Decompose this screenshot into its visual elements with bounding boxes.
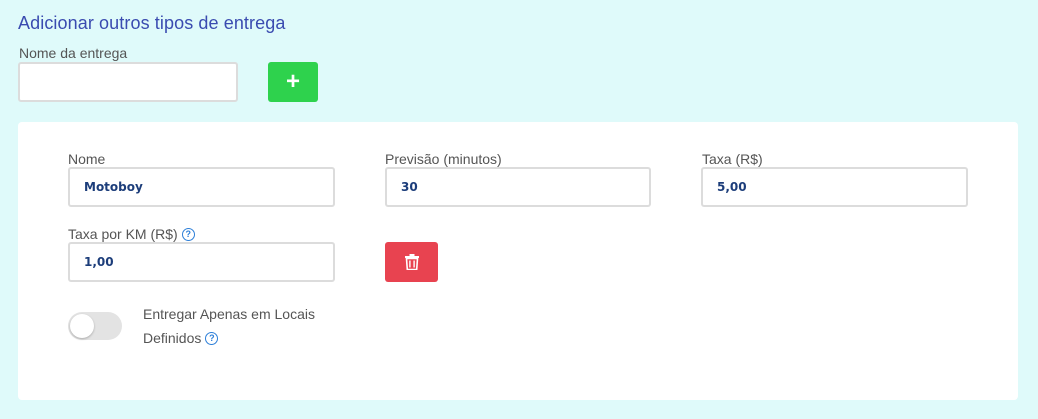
add-delivery-button[interactable]: + [268,62,318,102]
toggle-label-line2: Definidos [143,330,202,346]
name-input[interactable] [68,167,335,207]
fee-km-label: Taxa por KM (R$) [68,226,178,242]
toggle-label-line2-row: Definidos? [143,326,333,350]
restrict-locations-label: Entregar Apenas em Locais Definidos? [143,302,333,350]
help-icon[interactable]: ? [181,227,195,241]
forecast-input[interactable] [385,167,651,207]
toggle-knob [70,314,94,338]
restrict-locations-toggle[interactable] [68,312,122,340]
fee-km-label-row: Taxa por KM (R$)? [68,226,195,242]
fee-km-input[interactable] [68,242,335,282]
help-icon[interactable]: ? [205,331,219,345]
new-delivery-name-input[interactable] [18,62,238,102]
plus-icon: + [285,68,300,95]
delivery-card: Nome Previsão (minutos) Taxa (R$) Taxa p… [18,122,1018,400]
toggle-label-line1: Entregar Apenas em Locais [143,306,315,322]
fee-input[interactable] [701,167,968,207]
delete-delivery-button[interactable] [385,242,438,282]
fee-label: Taxa (R$) [702,151,763,167]
name-label: Nome [68,151,106,167]
new-delivery-label: Nome da entrega [19,45,128,61]
section-title: Adicionar outros tipos de entrega [18,13,286,33]
trash-icon [404,254,419,270]
forecast-label: Previsão (minutos) [385,151,502,167]
